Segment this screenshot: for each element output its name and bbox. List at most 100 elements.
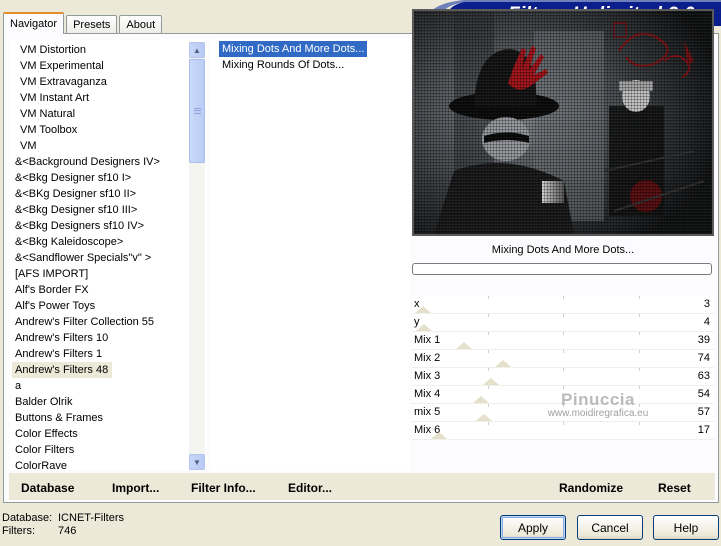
- import-button[interactable]: Import...: [112, 481, 159, 495]
- slider-label: Mix 1: [414, 334, 441, 346]
- slider-thumb[interactable]: [472, 396, 489, 403]
- slider-label: Mix 3: [414, 370, 441, 382]
- category-item[interactable]: &<Bkg Designer sf10 I>: [12, 170, 190, 186]
- category-item[interactable]: Buttons & Frames: [12, 410, 190, 426]
- editor-button[interactable]: Editor...: [288, 481, 332, 495]
- tab-strip: Navigator Presets About: [3, 12, 164, 34]
- database-button[interactable]: Database: [21, 481, 74, 495]
- slider-value: 3: [703, 298, 710, 310]
- filter-preview: [412, 9, 714, 236]
- category-scrollbar[interactable]: ▲ ▼: [189, 42, 205, 470]
- randomize-button[interactable]: Randomize: [559, 481, 623, 495]
- category-item[interactable]: Andrew's Filter Collection 55: [12, 314, 190, 330]
- category-item[interactable]: Andrew's Filters 1: [12, 346, 190, 362]
- category-item[interactable]: Alf's Border FX: [12, 282, 190, 298]
- scroll-down-button[interactable]: ▼: [189, 454, 205, 470]
- watermark: Pinuccia www.moidiregrafica.eu: [488, 390, 708, 419]
- apply-button[interactable]: Apply: [500, 515, 566, 540]
- category-item[interactable]: VM Experimental: [12, 58, 190, 74]
- slider-row[interactable]: Mix 3 63: [412, 368, 714, 386]
- database-value: ICNET-Filters: [58, 512, 124, 524]
- slider-tick: [638, 296, 640, 299]
- category-item[interactable]: &<Background Designers IV>: [12, 154, 190, 170]
- category-item[interactable]: &<Sandflower Specials"v" >: [12, 250, 190, 266]
- slider-tick: [487, 332, 489, 335]
- filters-count: 746: [58, 525, 77, 537]
- category-item[interactable]: Andrew's Filters 10: [12, 330, 190, 346]
- progress-bar: [412, 263, 712, 275]
- slider-thumb[interactable]: [494, 360, 511, 367]
- status-area: Database: ICNET-Filters Filters: 746: [2, 512, 124, 538]
- slider-tick: [487, 386, 489, 389]
- slider-tick: [563, 296, 564, 299]
- category-item[interactable]: VM: [12, 138, 190, 154]
- slider-thumb[interactable]: [455, 342, 472, 349]
- slider-row[interactable]: Mix 1 39: [412, 332, 714, 350]
- slider-label: Mix 2: [414, 352, 441, 364]
- category-item[interactable]: VM Extravaganza: [12, 74, 190, 90]
- slider-tick: [638, 350, 640, 353]
- category-item[interactable]: &<BKg Designer sf10 II>: [12, 186, 190, 202]
- slider-label: Mix 4: [414, 388, 441, 400]
- filter-item[interactable]: Mixing Rounds Of Dots...: [219, 57, 347, 73]
- category-item[interactable]: &<Bkg Designers sf10 IV>: [12, 218, 190, 234]
- cancel-button[interactable]: Cancel: [577, 515, 643, 540]
- category-item[interactable]: Alf's Power Toys: [12, 298, 190, 314]
- filter-info-button[interactable]: Filter Info...: [191, 481, 256, 495]
- slider-tick: [638, 386, 640, 389]
- reset-button[interactable]: Reset: [658, 481, 691, 495]
- tab-presets[interactable]: Presets: [66, 15, 118, 34]
- slider-row[interactable]: Mix 2 74: [412, 350, 714, 368]
- slider-tick: [563, 314, 564, 317]
- slider-thumb[interactable]: [415, 306, 432, 313]
- arrow-up-icon: ▲: [193, 45, 201, 55]
- slider-tick: [563, 368, 564, 371]
- tab-about[interactable]: About: [119, 15, 163, 34]
- slider-row[interactable]: y4: [412, 314, 714, 332]
- grip-icon: [194, 108, 201, 114]
- slider-value: 74: [697, 352, 710, 364]
- slider-label: mix 5: [414, 406, 441, 418]
- filter-list[interactable]: Mixing Dots And More Dots... Mixing Roun…: [211, 39, 410, 471]
- slider-tick: [487, 350, 489, 353]
- watermark-name: Pinuccia: [561, 390, 635, 409]
- filters-label: Filters:: [2, 525, 35, 537]
- slider-row[interactable]: x3: [412, 296, 714, 314]
- category-item[interactable]: Color Filters: [12, 442, 190, 458]
- slider-tick: [487, 422, 489, 425]
- slider-tick: [638, 368, 640, 371]
- slider-value: 4: [703, 316, 710, 328]
- database-label: Database:: [2, 512, 53, 524]
- filter-item[interactable]: Mixing Dots And More Dots...: [219, 41, 368, 57]
- category-item[interactable]: a: [12, 378, 190, 394]
- arrow-down-icon: ▼: [193, 457, 201, 467]
- slider-row[interactable]: Mix 6 17: [412, 422, 714, 440]
- scroll-up-button[interactable]: ▲: [189, 42, 205, 58]
- slider-tick: [563, 386, 564, 389]
- category-item[interactable]: Balder Olrik: [12, 394, 190, 410]
- category-item[interactable]: VM Instant Art: [12, 90, 190, 106]
- slider-value: 63: [697, 370, 710, 382]
- scroll-thumb[interactable]: [189, 59, 205, 163]
- category-item[interactable]: Andrew's Filters 48: [12, 362, 113, 378]
- help-button[interactable]: Help: [653, 515, 719, 540]
- slider-tick: [487, 314, 489, 317]
- category-list[interactable]: VM Distortion VM Experimental VM Extravaga…: [9, 39, 207, 471]
- category-item[interactable]: &<Bkg Kaleidoscope>: [12, 234, 190, 250]
- category-item[interactable]: VM Toolbox: [12, 122, 190, 138]
- slider-thumb[interactable]: [431, 432, 448, 439]
- category-item[interactable]: VM Distortion: [12, 42, 190, 58]
- category-item[interactable]: Color Effects: [12, 426, 190, 442]
- tab-navigator[interactable]: Navigator: [3, 12, 65, 34]
- category-item[interactable]: VM Natural: [12, 106, 190, 122]
- bottom-toolbar: Database Import... Filter Info... Editor…: [9, 473, 715, 500]
- slider-thumb[interactable]: [416, 324, 433, 331]
- category-item[interactable]: &<Bkg Designer sf10 III>: [12, 202, 190, 218]
- current-filter-name: Mixing Dots And More Dots...: [491, 244, 635, 256]
- slider-tick: [563, 332, 564, 335]
- slider-tick: [638, 332, 640, 335]
- slider-thumb[interactable]: [482, 378, 499, 385]
- slider-value: 17: [697, 424, 710, 436]
- category-item[interactable]: ColorRave: [12, 458, 190, 470]
- category-item[interactable]: [AFS IMPORT]: [12, 266, 190, 282]
